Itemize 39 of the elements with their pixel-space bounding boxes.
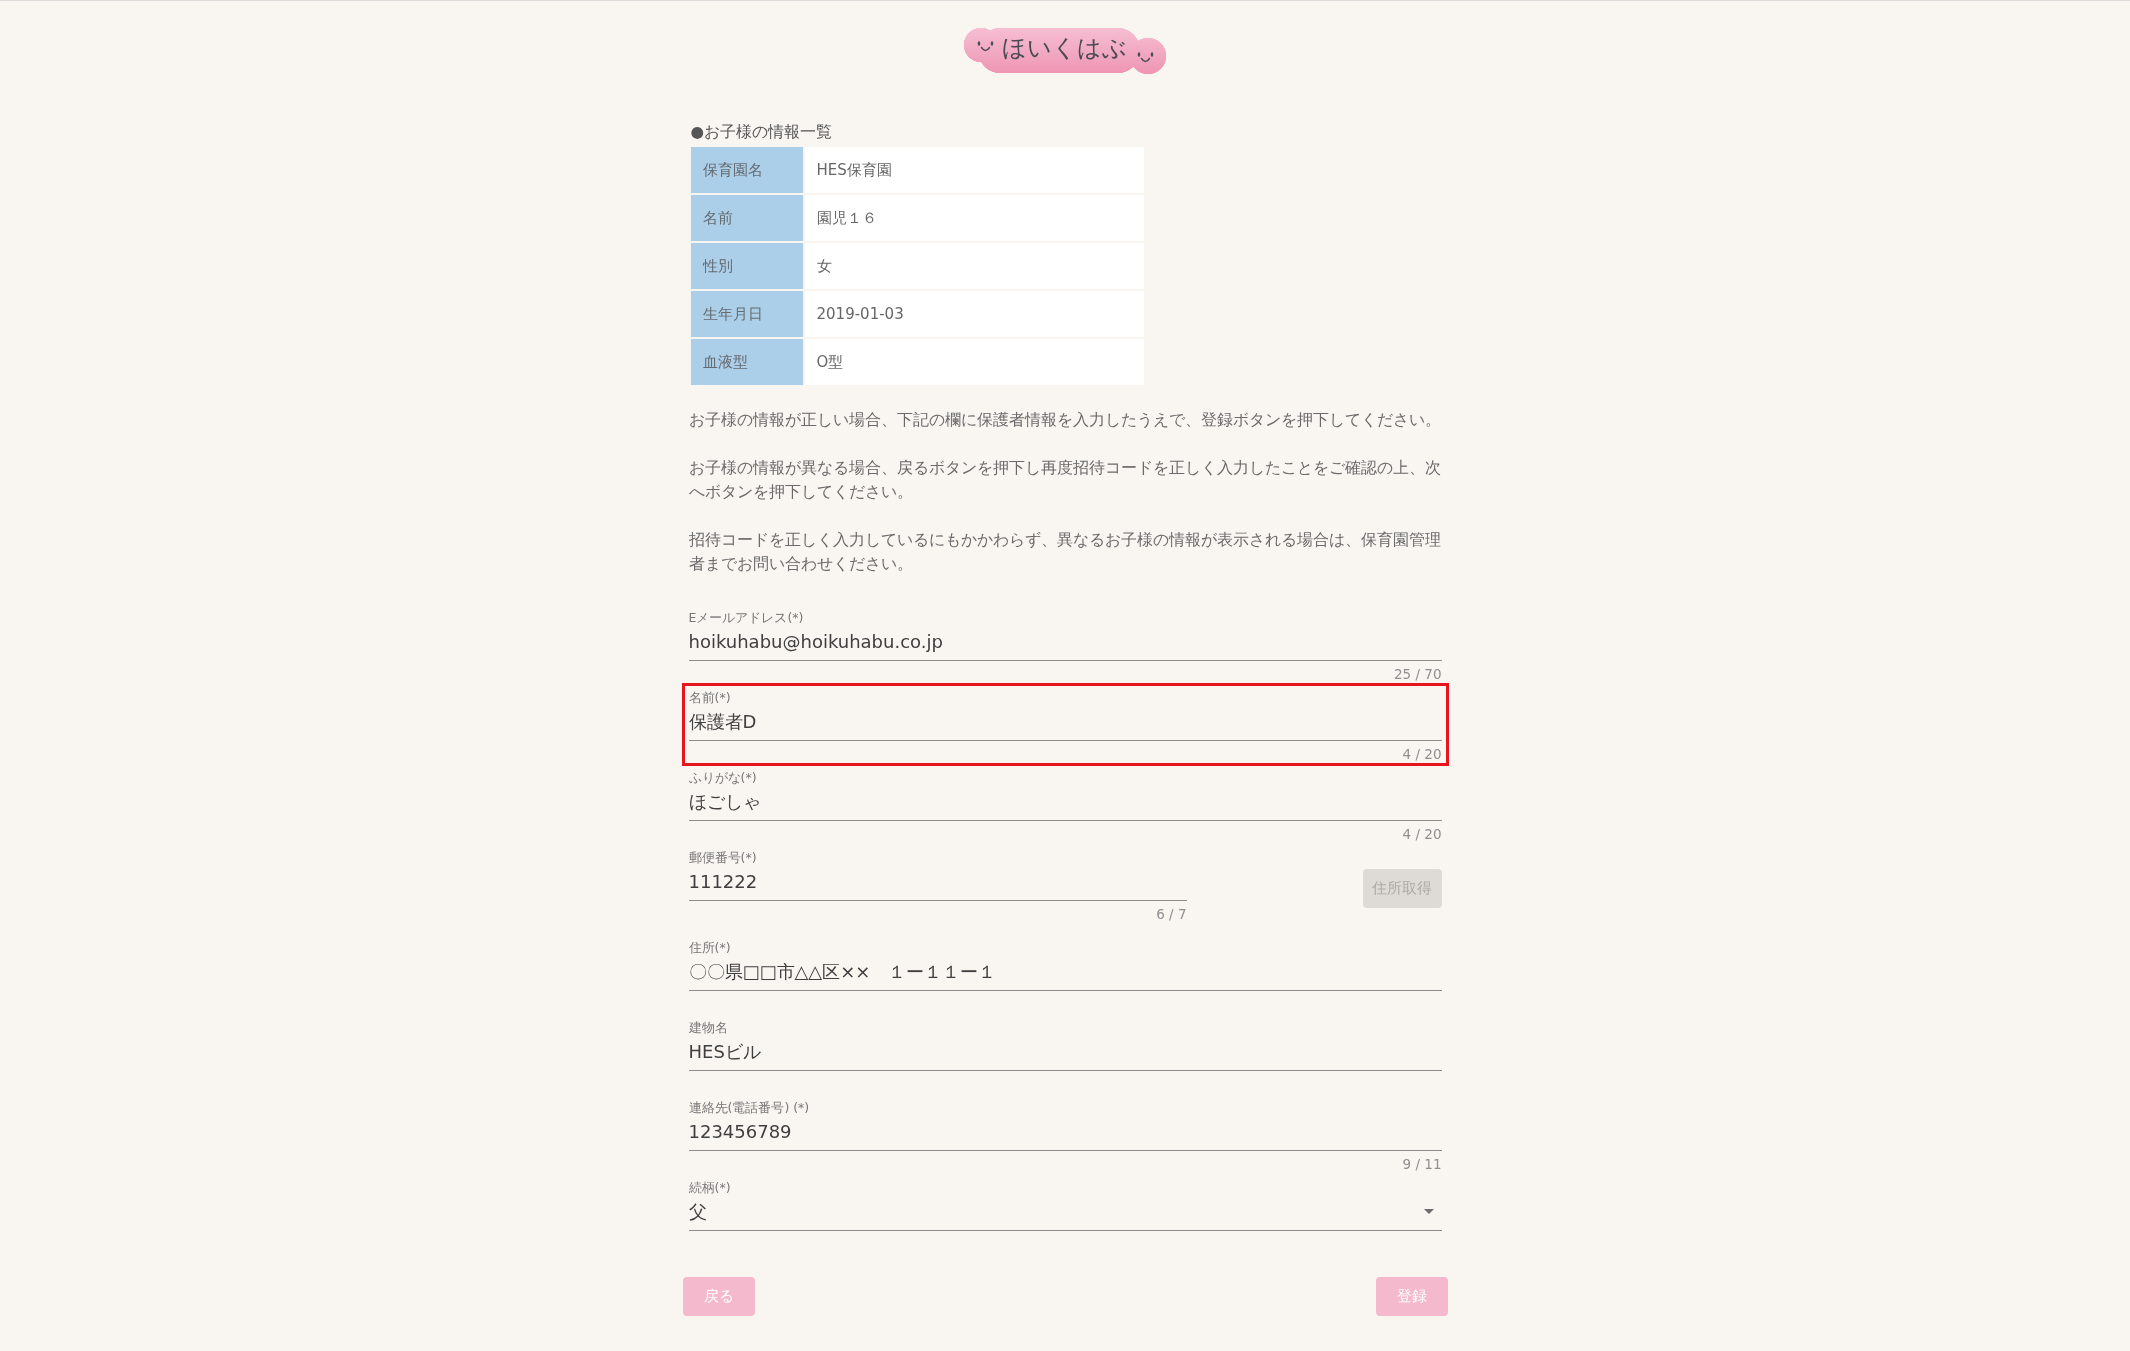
field-label: 住所(*) (688, 939, 732, 956)
select-field[interactable]: 父 (688, 1195, 1442, 1231)
field-label: ふりがな(*) (688, 769, 758, 786)
input-field[interactable]: 123456789 (688, 1115, 1442, 1151)
char-counter: 4 / 20 (1402, 824, 1442, 843)
field-label: Eメールアドレス(*) (688, 609, 805, 626)
note-text: お子様の情報が正しい場合、下記の欄に保護者情報を入力したうえで、登録ボタンを押下してください。 (688, 410, 1442, 431)
input-field[interactable]: hoikuhabu@hoikuhabu.co.jp (688, 625, 1442, 661)
field-label: 名前(*) (688, 689, 732, 706)
table-cell: 女 (804, 243, 1144, 289)
note-text: お子様の情報が異なる場合、戻るボタンを押下し再度招待コードを正しく入力したことをご確認の上、次へボタンを押下してください。 (688, 457, 1442, 503)
smile-icon (1137, 52, 1154, 64)
logo-text: ほいくはぶ (1002, 33, 1127, 64)
smile-icon (977, 41, 994, 53)
section-title: ●お子様の情報一覧 (690, 122, 834, 142)
field-label: 郵便番号(*) (688, 849, 758, 866)
input-field[interactable]: 保護者D (688, 705, 1442, 741)
note-text: 招待コードを正しく入力しているにもかかわらず、異なるお子様の情報が表示される場合は、保育園管理者までお問い合わせください。 (688, 529, 1442, 575)
table-cell: O型 (804, 339, 1144, 385)
row-header-cell: 性別 (690, 243, 803, 289)
row-header-cell: 生年月日 (690, 291, 803, 337)
table-cell: 2019-01-03 (804, 291, 1144, 337)
table-cell: 園児１６ (804, 195, 1144, 241)
field-label: 続柄(*) (688, 1179, 732, 1196)
table-cell: HES保育園 (804, 147, 1144, 193)
field-label: 連絡先(電話番号) (*) (688, 1099, 811, 1116)
input-field[interactable]: 〇〇県□□市△△区×× １ー１１ー１ (688, 955, 1442, 991)
char-counter: 4 / 20 (1402, 744, 1442, 763)
field-label: 建物名 (688, 1019, 729, 1036)
row-header-cell: 保育園名 (690, 147, 803, 193)
input-field[interactable]: ほごしゃ (688, 785, 1442, 821)
input-field[interactable]: HESビル (688, 1035, 1442, 1071)
input-field[interactable]: 111222 (688, 865, 1187, 901)
char-counter: 6 / 7 (1156, 904, 1187, 923)
row-header-cell: 血液型 (690, 339, 803, 385)
char-counter: 9 / 11 (1402, 1154, 1442, 1173)
row-header-cell: 名前 (690, 195, 803, 241)
char-counter: 25 / 70 (1394, 664, 1442, 683)
caret-icon (1423, 1209, 1434, 1214)
